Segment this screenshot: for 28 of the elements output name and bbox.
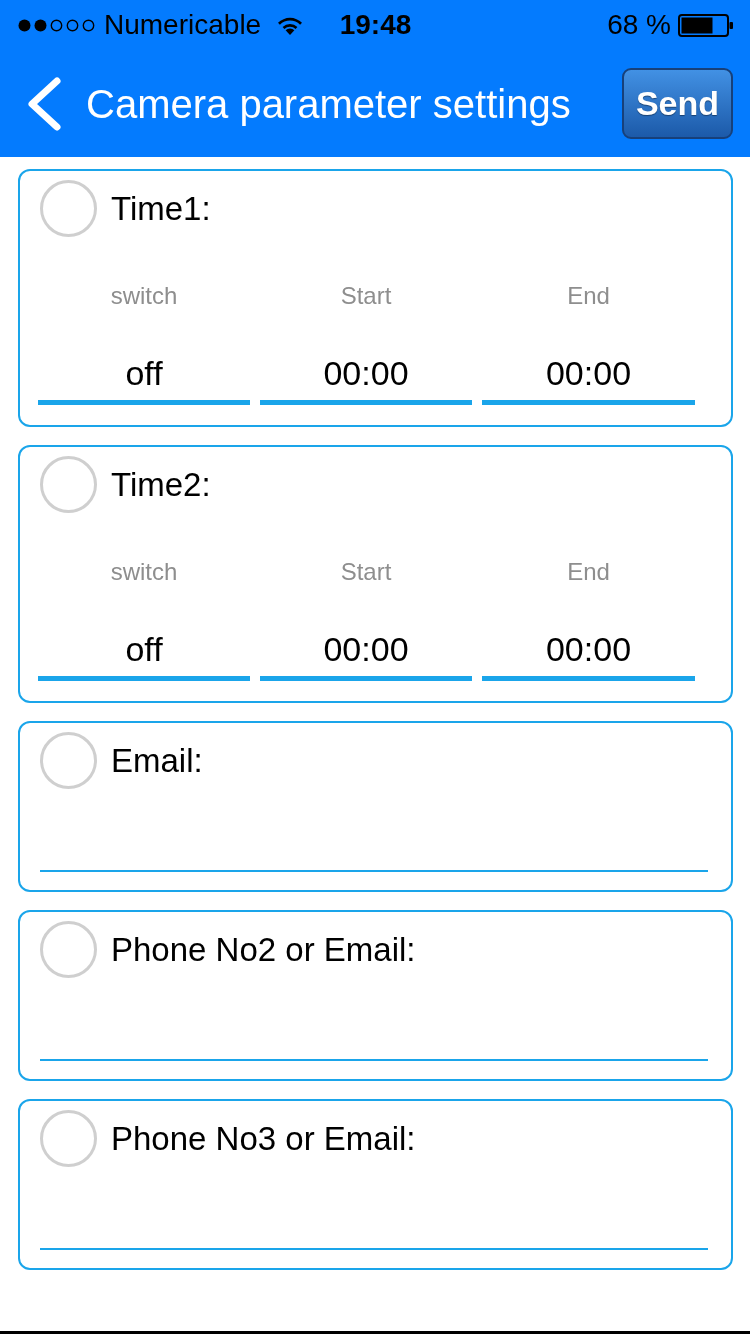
battery-percent: 68 % <box>607 8 671 42</box>
column-label: switch <box>109 557 179 587</box>
section-label: Email: <box>111 740 203 781</box>
signal-icon <box>18 18 95 32</box>
battery-icon <box>678 13 733 37</box>
picker-field[interactable]: 00:00 <box>260 629 472 681</box>
section-label: Time2: <box>111 464 211 505</box>
column-label: End <box>566 557 611 587</box>
picker-field[interactable]: 00:00 <box>260 353 472 405</box>
picker-field[interactable]: 00:00 <box>482 629 695 681</box>
carrier-name: Numericable <box>104 8 262 42</box>
section-label: Phone No3 or Email: <box>111 1118 416 1159</box>
column-label: switch <box>109 281 179 311</box>
column-label: Start <box>339 281 393 311</box>
column-label: Start <box>339 557 393 587</box>
clock-time: 19:48 <box>339 8 412 42</box>
send-button[interactable]: Send <box>622 68 733 139</box>
section-label: Phone No2 or Email: <box>111 929 416 970</box>
picker-field[interactable]: off <box>38 353 250 405</box>
page-title: Camera parameter settings <box>86 80 572 128</box>
picker-field[interactable]: 00:00 <box>482 353 695 405</box>
radio-button[interactable] <box>40 456 97 513</box>
back-icon[interactable] <box>26 75 62 132</box>
picker-field[interactable]: off <box>38 629 250 681</box>
column-label: End <box>566 281 611 311</box>
wifi-icon <box>277 15 304 35</box>
section-label: Time1: <box>111 188 211 229</box>
radio-button[interactable] <box>40 180 97 237</box>
